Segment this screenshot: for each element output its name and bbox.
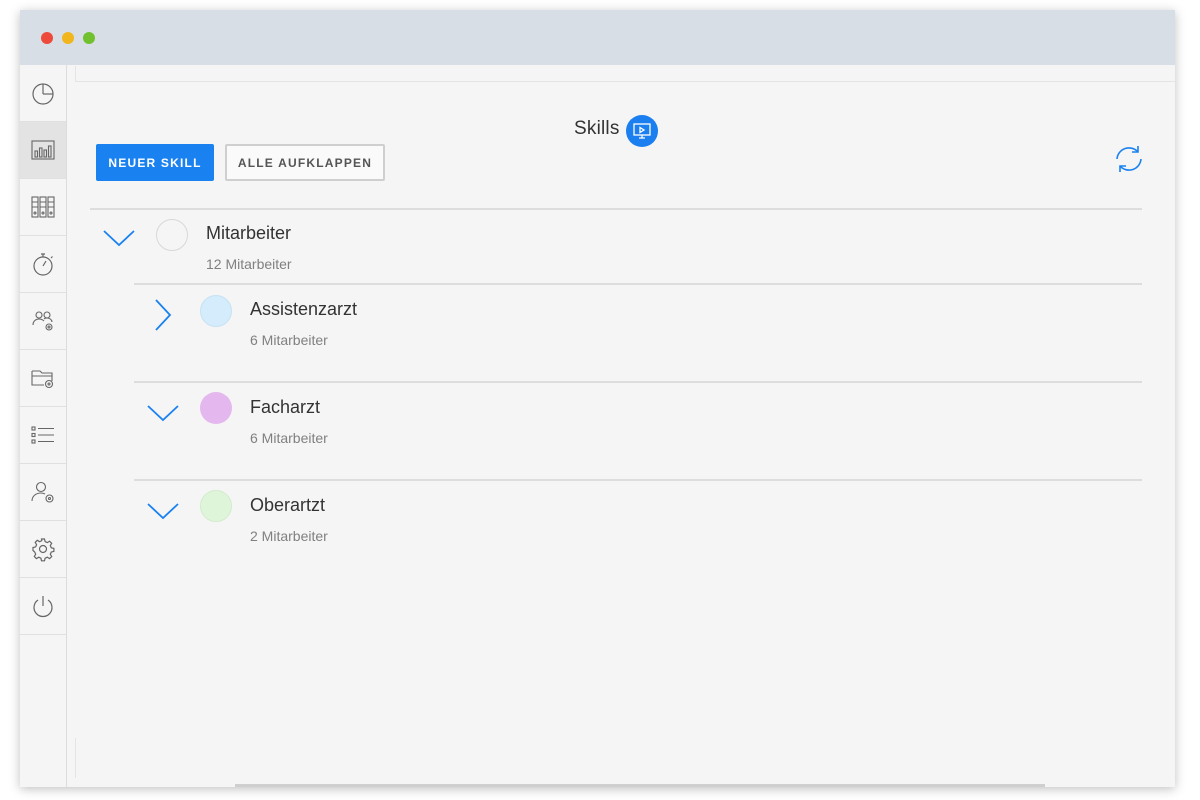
sidebar-item-archive[interactable] [20,179,66,236]
sidebar-item-group-settings[interactable] [20,293,66,350]
tree-divider [134,283,1142,285]
skill-color-dot [200,392,232,424]
chevron-down-icon[interactable] [102,228,136,253]
sidebar-item-list[interactable] [20,407,66,464]
presentation-screen-icon[interactable] [626,115,658,147]
skill-color-dot [200,490,232,522]
skill-name: Facharzt [250,397,321,417]
tree-divider [90,208,1142,210]
power-icon [33,596,53,618]
sidebar-item-dashboard[interactable] [20,65,66,122]
skill-count: 2 Mitarbeiter [250,528,328,544]
chevron-right-icon[interactable] [153,298,173,337]
user-settings-icon [31,481,54,503]
sidebar-item-user-settings[interactable] [20,464,66,521]
sidebar-item-settings[interactable] [20,521,66,578]
refresh-icon[interactable] [1113,143,1145,175]
zoom-window-button[interactable] [83,32,95,44]
expand-all-button[interactable]: ALLE AUFKLAPPEN [225,144,385,181]
skill-color-dot [156,219,188,251]
horizontal-scrollbar[interactable] [235,784,1045,787]
title-bar [20,10,1175,65]
skill-count: 12 Mitarbeiter [206,256,292,272]
new-skill-button[interactable]: NEUER SKILL [96,144,214,181]
content-edge [75,66,76,82]
app-window: Skills NEUER SKILL ALLE AUFKLAPPEN Mitar… [20,10,1175,787]
minimize-window-button[interactable] [62,32,74,44]
chevron-down-icon[interactable] [146,403,180,428]
list-icon [31,426,54,444]
skill-name: Oberartzt [250,495,326,515]
sidebar [20,65,67,787]
sidebar-item-timer[interactable] [20,236,66,293]
skill-count: 6 Mitarbeiter [250,332,328,348]
content-edge-bottom [75,738,76,778]
stopwatch-icon [33,253,53,276]
gear-icon [32,538,55,562]
content-divider [76,81,1175,82]
page-title: Skills [574,118,620,139]
folder-settings-icon [31,370,54,389]
sidebar-item-logout[interactable] [20,578,66,635]
sidebar-item-statistics[interactable] [20,122,66,179]
tree-divider [134,479,1142,481]
sidebar-item-folder-settings[interactable] [20,350,66,407]
binders-icon [31,196,55,218]
skill-name: Mitarbeiter [206,223,292,243]
pie-chart-icon [32,83,54,105]
close-window-button[interactable] [41,32,53,44]
bar-chart-icon [31,140,55,160]
group-settings-icon [32,311,53,331]
chevron-down-icon[interactable] [146,501,180,526]
skill-color-dot [200,295,232,327]
tree-divider [134,381,1142,383]
skill-count: 6 Mitarbeiter [250,430,328,446]
skill-name: Assistenzarzt [250,299,358,319]
